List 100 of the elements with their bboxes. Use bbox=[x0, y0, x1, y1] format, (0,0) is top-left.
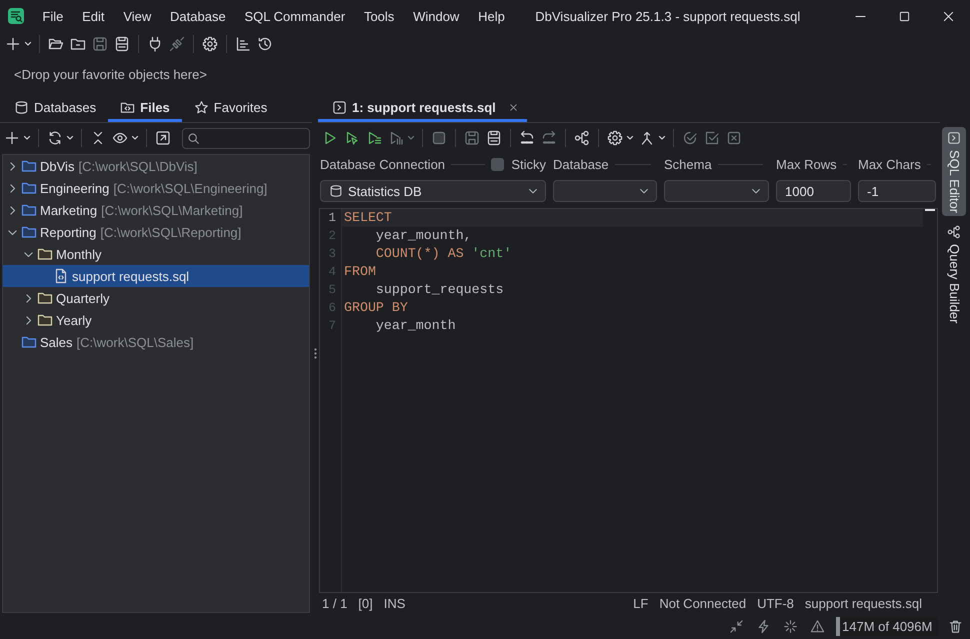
panel-tab[interactable]: Databases bbox=[2, 92, 108, 122]
lightning-icon[interactable] bbox=[756, 619, 771, 634]
database-icon bbox=[14, 100, 29, 114]
folder-icon bbox=[21, 158, 37, 174]
tree-item[interactable]: support requests.sql bbox=[3, 265, 309, 287]
run-lines-icon[interactable] bbox=[366, 130, 382, 146]
field-label: Max Rows bbox=[776, 156, 837, 172]
tree-item[interactable]: Sales [C:\work\SQL\Sales] bbox=[3, 331, 309, 353]
database-icon bbox=[329, 184, 343, 198]
close-icon[interactable] bbox=[508, 102, 519, 112]
tree-item[interactable]: Yearly bbox=[3, 309, 309, 331]
close-icon[interactable] bbox=[943, 10, 954, 22]
menu-item[interactable]: View bbox=[114, 6, 161, 26]
editor-tab[interactable]: 1: support requests.sql bbox=[318, 92, 527, 122]
tree-item[interactable]: Marketing [C:\work\SQL\Marketing] bbox=[3, 199, 309, 221]
connection-select[interactable]: Statistics DB bbox=[320, 180, 546, 202]
tree-item[interactable]: Engineering [C:\work\SQL\Engineering] bbox=[3, 177, 309, 199]
code-text: support_requests bbox=[376, 281, 504, 299]
tree-item[interactable]: DbVis [C:\work\SQL\DbVis] bbox=[3, 155, 309, 177]
splitter-grip-icon[interactable] bbox=[314, 348, 316, 358]
status-text: INS bbox=[384, 596, 406, 611]
status-text: [0] bbox=[358, 596, 373, 611]
tree-item[interactable]: Monthly bbox=[3, 243, 309, 265]
field-label: Max Chars bbox=[858, 156, 921, 172]
tree-item[interactable]: Quarterly bbox=[3, 287, 309, 309]
folder-icon[interactable] bbox=[70, 36, 86, 52]
trash-icon[interactable] bbox=[948, 619, 963, 634]
save-all-icon[interactable] bbox=[486, 130, 502, 146]
menu-item[interactable]: Tools bbox=[354, 6, 404, 26]
history-icon[interactable] bbox=[257, 36, 273, 52]
nodes-icon bbox=[947, 225, 961, 240]
star-icon bbox=[194, 100, 209, 114]
settings-icon[interactable] bbox=[202, 36, 218, 52]
save-all-icon[interactable] bbox=[114, 36, 130, 52]
eye-icon[interactable] bbox=[112, 130, 128, 146]
favorites-drop-hint: <Drop your favorite objects here> bbox=[14, 66, 207, 82]
text-field[interactable]: 1000 bbox=[776, 180, 851, 202]
menu-item[interactable]: Edit bbox=[72, 6, 114, 26]
folder-path: [C:\work\SQL\Sales] bbox=[76, 334, 194, 350]
external-link-icon[interactable] bbox=[155, 130, 171, 146]
folder-code-icon bbox=[120, 100, 136, 114]
field-label: Database bbox=[553, 156, 609, 172]
menu-item[interactable]: SQL Commander bbox=[235, 6, 355, 26]
memory-indicator[interactable]: 147M of 4096M bbox=[836, 617, 938, 636]
code-text: FROM bbox=[344, 263, 376, 281]
plus-icon[interactable] bbox=[4, 130, 20, 146]
folder-open-icon[interactable] bbox=[48, 36, 64, 52]
text-field[interactable]: -1 bbox=[858, 180, 936, 202]
code-text: COUNT(*) AS 'cnt' bbox=[376, 245, 512, 263]
field-label: Schema bbox=[664, 156, 712, 172]
tool-window-tab[interactable]: Query Builder bbox=[942, 221, 966, 327]
bar-chart-icon[interactable] bbox=[235, 36, 251, 52]
scroll-marker bbox=[925, 209, 935, 211]
branch-icon[interactable] bbox=[639, 130, 655, 146]
plus-icon[interactable] bbox=[5, 36, 21, 52]
dropdown-field[interactable] bbox=[664, 180, 769, 202]
folder-icon bbox=[21, 180, 37, 196]
undo-icon[interactable] bbox=[519, 130, 535, 146]
nodes-icon[interactable] bbox=[574, 130, 590, 146]
folder-path: [C:\work\SQL\Reporting] bbox=[100, 224, 242, 240]
checkbox-label[interactable]: Sticky bbox=[511, 156, 546, 172]
maximize-icon[interactable] bbox=[899, 10, 910, 22]
code-text: SELECT bbox=[344, 209, 392, 227]
status-text[interactable]: LF bbox=[633, 596, 648, 611]
status-text[interactable]: support requests.sql bbox=[804, 596, 922, 611]
line-number: 1 bbox=[327, 210, 337, 227]
folder-path: [C:\work\SQL\DbVis] bbox=[78, 158, 198, 174]
warning-icon[interactable] bbox=[810, 619, 825, 634]
app-logo-icon bbox=[8, 8, 24, 24]
tool-window-tab[interactable]: SQL Editor bbox=[942, 127, 966, 216]
menu-item[interactable]: Help bbox=[468, 6, 514, 26]
panel-tab[interactable]: Files bbox=[108, 92, 182, 122]
folder-icon bbox=[37, 312, 53, 328]
code-file-icon bbox=[53, 268, 69, 284]
checkbox[interactable] bbox=[491, 158, 504, 170]
menu-item[interactable]: Database bbox=[160, 6, 236, 26]
panel-tab[interactable]: Favorites bbox=[182, 92, 280, 122]
folder-icon bbox=[37, 290, 53, 306]
field-label: Database Connection bbox=[320, 156, 446, 172]
run-pointer-icon[interactable] bbox=[344, 130, 360, 146]
search-field[interactable] bbox=[182, 128, 310, 148]
refresh-icon[interactable] bbox=[47, 130, 63, 146]
status-text[interactable]: Not Connected bbox=[659, 596, 746, 611]
tree-item[interactable]: Reporting [C:\work\SQL\Reporting] bbox=[3, 221, 309, 243]
folder-icon bbox=[37, 246, 53, 262]
dropdown-field[interactable] bbox=[553, 180, 657, 202]
menu-item[interactable]: Window bbox=[404, 6, 469, 26]
window-title: DbVisualizer Pro 25.1.3 - support requests.sql bbox=[535, 8, 800, 24]
status-text: 1 / 1 bbox=[322, 596, 348, 611]
settings-icon[interactable] bbox=[607, 130, 623, 146]
plug-icon[interactable] bbox=[147, 36, 163, 52]
code-text: year_mounth, bbox=[376, 227, 472, 245]
menu-item[interactable]: File bbox=[33, 6, 73, 26]
folder-path: [C:\work\SQL\Marketing] bbox=[101, 202, 243, 218]
shrink-icon[interactable] bbox=[729, 619, 744, 634]
folder-icon bbox=[21, 334, 37, 350]
terminal-icon bbox=[947, 131, 961, 145]
status-text[interactable]: UTF-8 bbox=[757, 596, 794, 611]
terminal-icon bbox=[332, 100, 347, 114]
spinner-icon[interactable] bbox=[783, 619, 798, 634]
